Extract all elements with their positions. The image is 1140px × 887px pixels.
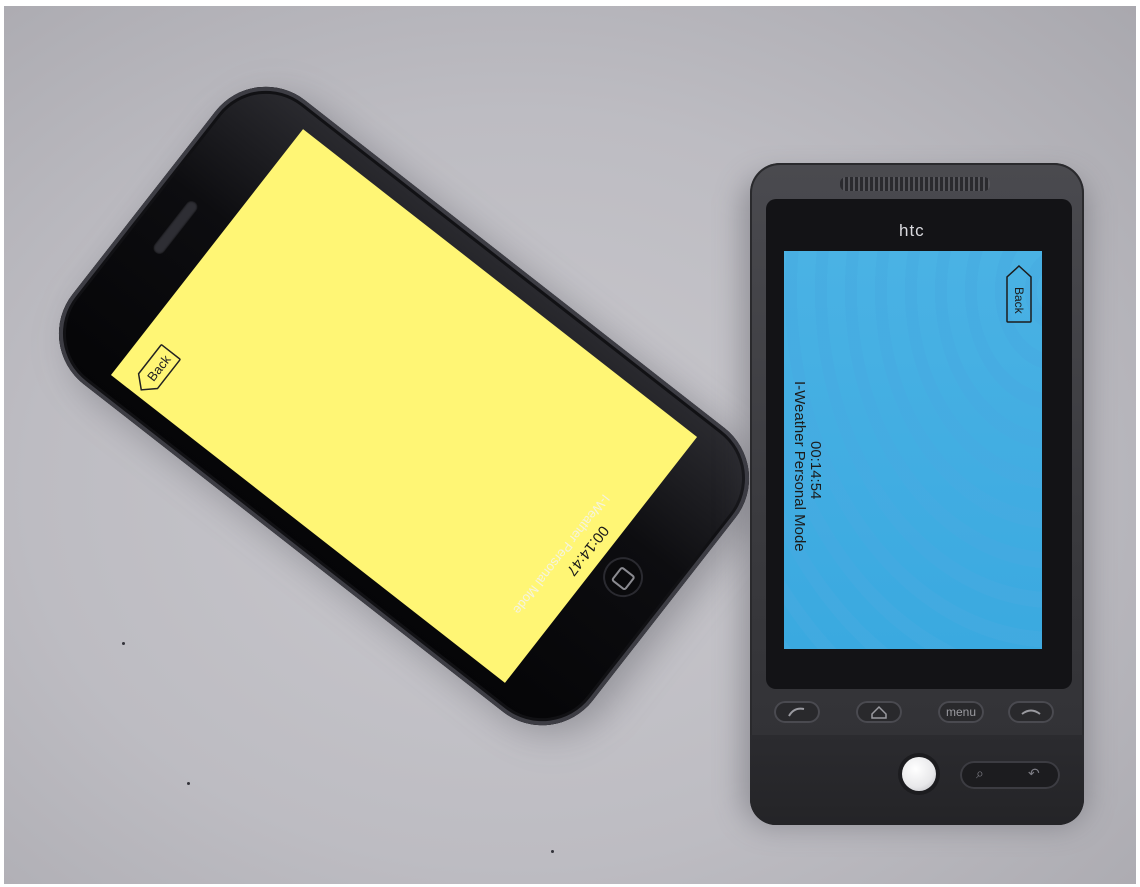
call-icon xyxy=(788,707,805,717)
htc-back-label: Back xyxy=(1012,287,1026,315)
menu-key[interactable]: menu xyxy=(938,701,984,723)
end-call-button[interactable] xyxy=(1008,701,1054,723)
iphone-back-label: Back xyxy=(144,352,174,384)
dust-speck xyxy=(551,850,554,853)
dust-speck xyxy=(187,782,190,785)
htc-clock: 00:14:54 xyxy=(807,441,824,500)
htc-logo: htc xyxy=(899,221,925,240)
search-icon[interactable]: ⌕ xyxy=(976,765,984,782)
end-call-icon xyxy=(1021,709,1041,715)
htc-screen: Back 00:14:54 I-Weather Personal Mode xyxy=(784,251,1042,649)
htc-device: htc Back 00:14:54 I-Weather Personal Mod… xyxy=(750,163,1084,825)
iphone-screen: Back 00:14:47 I-Weather Personal Mode xyxy=(110,129,698,683)
trackball[interactable] xyxy=(902,757,936,791)
htc-mode-label: I-Weather Personal Mode xyxy=(791,381,808,552)
iphone-device: Back 00:14:47 I-Weather Personal Mode xyxy=(33,60,775,752)
home-key[interactable] xyxy=(856,701,902,723)
home-square-icon xyxy=(610,565,636,592)
speaker-grille xyxy=(840,177,990,191)
htc-key-row: menu xyxy=(774,701,1064,727)
menu-key-label: menu xyxy=(945,705,977,719)
back-arrow-icon[interactable]: ↶ xyxy=(1028,765,1040,782)
htc-chin: ⌕ ↶ xyxy=(750,735,1084,825)
photo: Back 00:14:47 I-Weather Personal Mode ht… xyxy=(4,6,1136,884)
iphone-back-button[interactable]: Back xyxy=(130,343,181,398)
home-button[interactable] xyxy=(594,549,652,606)
call-button[interactable] xyxy=(774,701,820,723)
earpiece-speaker xyxy=(151,198,200,257)
htc-text-block: 00:14:54 I-Weather Personal Mode xyxy=(791,381,862,552)
dust-speck xyxy=(122,642,125,645)
search-back-keys: ⌕ ↶ xyxy=(960,761,1060,789)
htc-face: htc Back 00:14:54 I-Weather Personal Mod… xyxy=(766,199,1072,689)
home-icon xyxy=(871,705,887,719)
htc-back-button[interactable]: Back xyxy=(1006,265,1032,323)
